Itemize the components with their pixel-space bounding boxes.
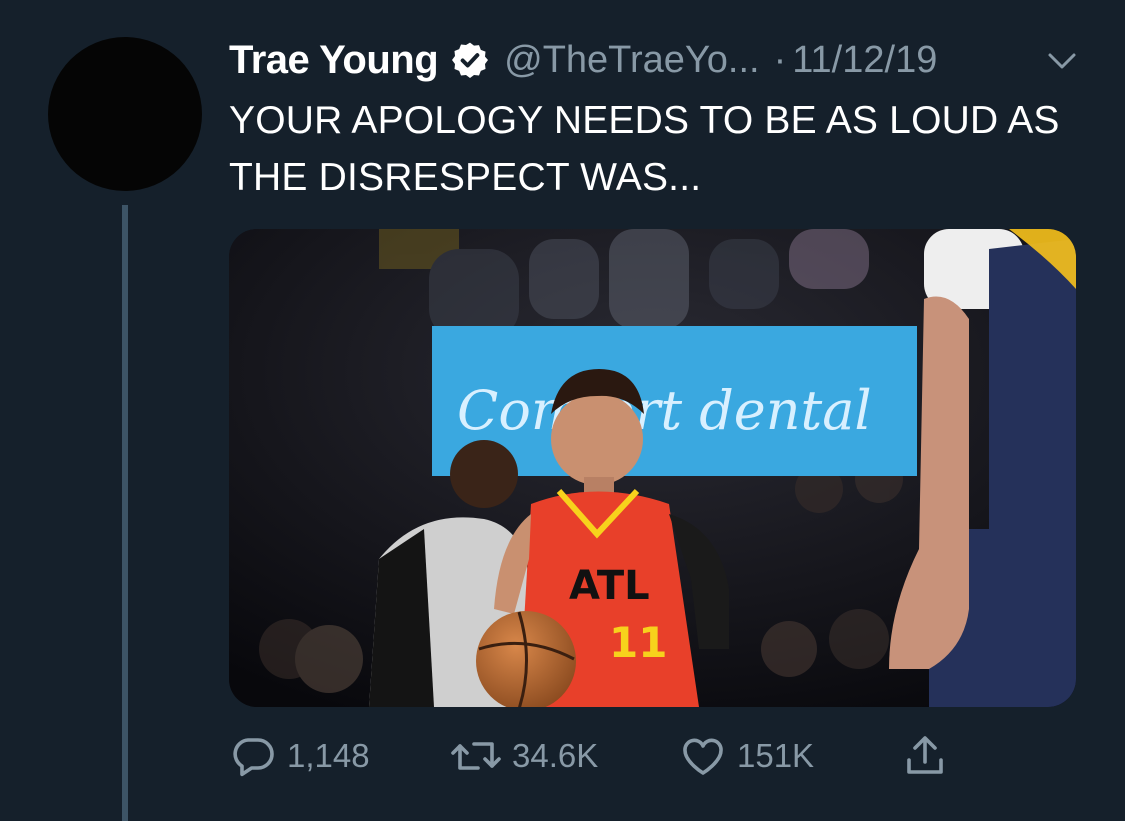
- tweet-date[interactable]: 11/12/19: [792, 39, 937, 82]
- heart-icon: [683, 738, 723, 775]
- like-count: 151K: [737, 737, 815, 774]
- retweet-count: 34.6K: [512, 737, 599, 774]
- retweet-arrows-icon: [451, 742, 501, 770]
- separator-dot: ·: [773, 38, 787, 81]
- tweet-header: Trae Young @TheTraeYo... · 11/12/19: [229, 36, 937, 84]
- reply-button[interactable]: 1,148: [229, 731, 370, 781]
- tweet-text: YOUR APOLOGY NEEDS TO BE AS LOUD AS THE …: [229, 99, 1060, 199]
- reply-count: 1,148: [287, 737, 370, 774]
- tweet-actions: 1,148 34.6K 151K: [229, 731, 969, 781]
- share-upload-icon: [907, 736, 943, 774]
- chevron-down-icon[interactable]: [1044, 46, 1080, 76]
- jersey-number: 11: [609, 618, 667, 667]
- share-button[interactable]: [901, 731, 959, 781]
- banner-text: Comfort dental: [457, 379, 872, 442]
- author-name[interactable]: Trae Young: [229, 38, 439, 83]
- author-handle[interactable]: @TheTraeYo...: [504, 39, 759, 82]
- jersey-text: ATL: [569, 563, 650, 609]
- like-button[interactable]: 151K: [679, 731, 814, 781]
- tweet-media-image[interactable]: Comfort dental ATL 11: [229, 229, 1076, 707]
- reply-bubble-icon: [233, 738, 274, 777]
- thread-line: [122, 205, 128, 821]
- retweet-button[interactable]: 34.6K: [450, 731, 598, 781]
- verified-badge-icon: [452, 42, 489, 78]
- avatar[interactable]: [48, 37, 202, 191]
